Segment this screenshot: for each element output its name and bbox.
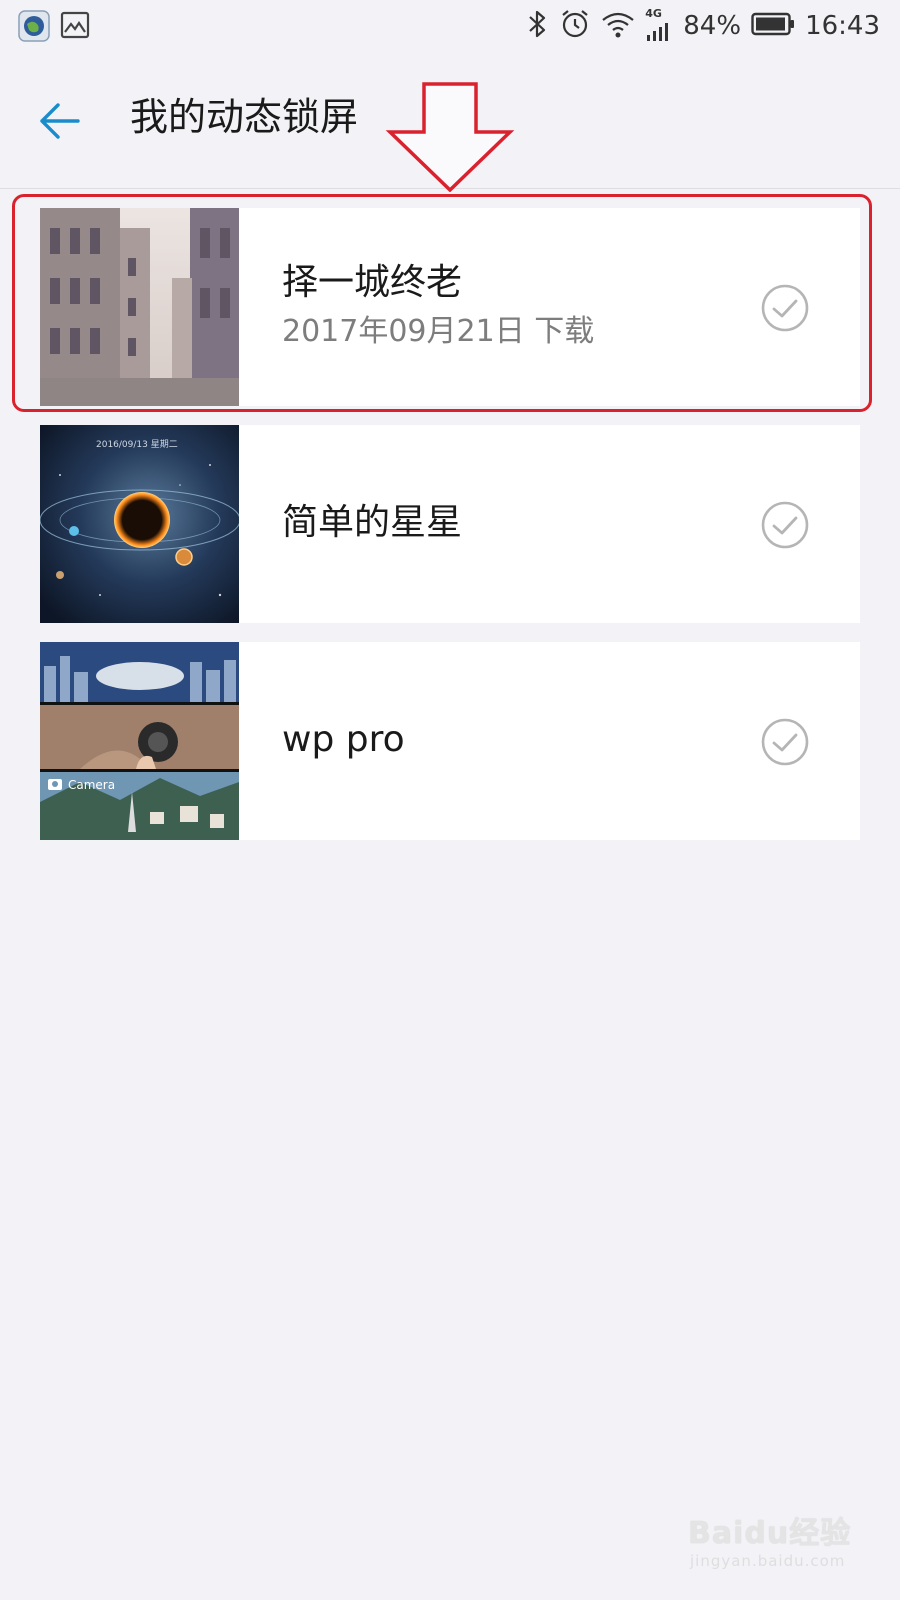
- list-item[interactable]: Camera wp pro: [40, 642, 860, 840]
- checkmark-circle-icon: [761, 501, 809, 549]
- page-title: 我的动态锁屏: [130, 95, 359, 139]
- browser-app-icon: [18, 10, 50, 46]
- bluetooth-icon: [527, 8, 549, 44]
- arrow-left-icon: [40, 103, 80, 139]
- item-title: wp pro: [282, 719, 405, 760]
- thumbnail-wp-collage: Camera: [40, 642, 239, 840]
- baidu-watermark: Baidu经验 jingyan.baidu.com: [688, 1508, 868, 1588]
- battery-percent: 84%: [683, 11, 742, 41]
- battery-icon: [751, 12, 795, 40]
- item-title: 简单的星星: [282, 502, 463, 543]
- wifi-icon: [601, 9, 635, 43]
- thumb-camera-label: Camera: [68, 778, 115, 792]
- watermark-url: jingyan.baidu.com: [690, 1552, 846, 1570]
- status-bar: 4G 84% 16:43: [0, 0, 900, 52]
- back-button[interactable]: [36, 96, 86, 146]
- thumbnail-space-planet: 2016/09/13 星期二: [40, 425, 239, 623]
- watermark-brand: Baidu经验: [688, 1516, 852, 1551]
- checkmark-circle-icon: [761, 718, 809, 766]
- thumb-date-text: 2016/09/13 星期二: [96, 439, 178, 450]
- alarm-icon: [559, 8, 591, 44]
- select-check[interactable]: [760, 717, 810, 767]
- annotation-highlight-box: [12, 194, 872, 412]
- clock: 16:43: [805, 11, 880, 41]
- select-check[interactable]: [760, 500, 810, 550]
- cellular-signal-icon: 4G: [645, 7, 673, 43]
- annotation-arrow-icon: [385, 82, 515, 192]
- gallery-notification-icon: [60, 10, 90, 44]
- list-item[interactable]: 2016/09/13 星期二 简单的星星: [40, 425, 860, 623]
